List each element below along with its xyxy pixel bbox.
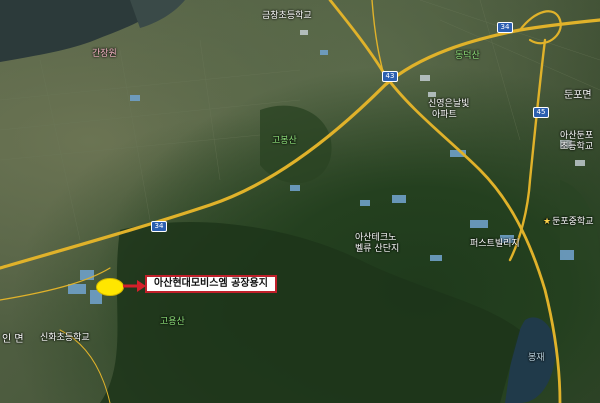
label-bongjae: 봉재 xyxy=(528,353,545,363)
satellite-map[interactable]: 34 34 43 45 금창초등학교 간장원 고봉산 동덕산 신영은날빛 아파트… xyxy=(0,0,600,403)
label-pink-place: 간장원 xyxy=(92,49,117,59)
route-shield-34-west: 34 xyxy=(151,221,167,232)
label-middle-school: ★둔포중학교 xyxy=(543,214,593,227)
label-gobongsan: 고봉산 xyxy=(272,136,297,146)
label-dongdeoksan: 동덕산 xyxy=(455,51,480,61)
lake-water-2 xyxy=(130,0,185,28)
label-business-park-2: 벨류 산단지 xyxy=(355,244,400,254)
route-shield-45: 45 xyxy=(533,107,549,118)
label-goyongsan: 고용산 xyxy=(160,317,185,327)
site-callout[interactable]: 아산현대모비스엠 공장용지 xyxy=(145,275,277,293)
route-shield-43: 43 xyxy=(382,71,398,82)
label-left-myeon: 인 면 xyxy=(2,334,24,345)
map-overlay xyxy=(0,0,600,403)
label-apartment-2: 아파트 xyxy=(432,110,457,120)
label-top-school: 금창초등학교 xyxy=(262,11,312,21)
label-middle-school-text: 둔포중학교 xyxy=(552,217,594,227)
label-dopo-myeon: 둔포면 xyxy=(564,90,592,101)
site-marker[interactable] xyxy=(96,278,124,296)
route-shield-34-east: 34 xyxy=(497,22,513,33)
highway-45 xyxy=(508,38,547,262)
label-dunpo-school-2: 초등학교 xyxy=(560,142,594,152)
forest-south xyxy=(100,221,520,403)
label-sinchang-school: 신화초등학교 xyxy=(40,333,90,343)
label-fasttech: 퍼스트빌리지 xyxy=(470,239,520,249)
star-icon: ★ xyxy=(543,217,552,227)
